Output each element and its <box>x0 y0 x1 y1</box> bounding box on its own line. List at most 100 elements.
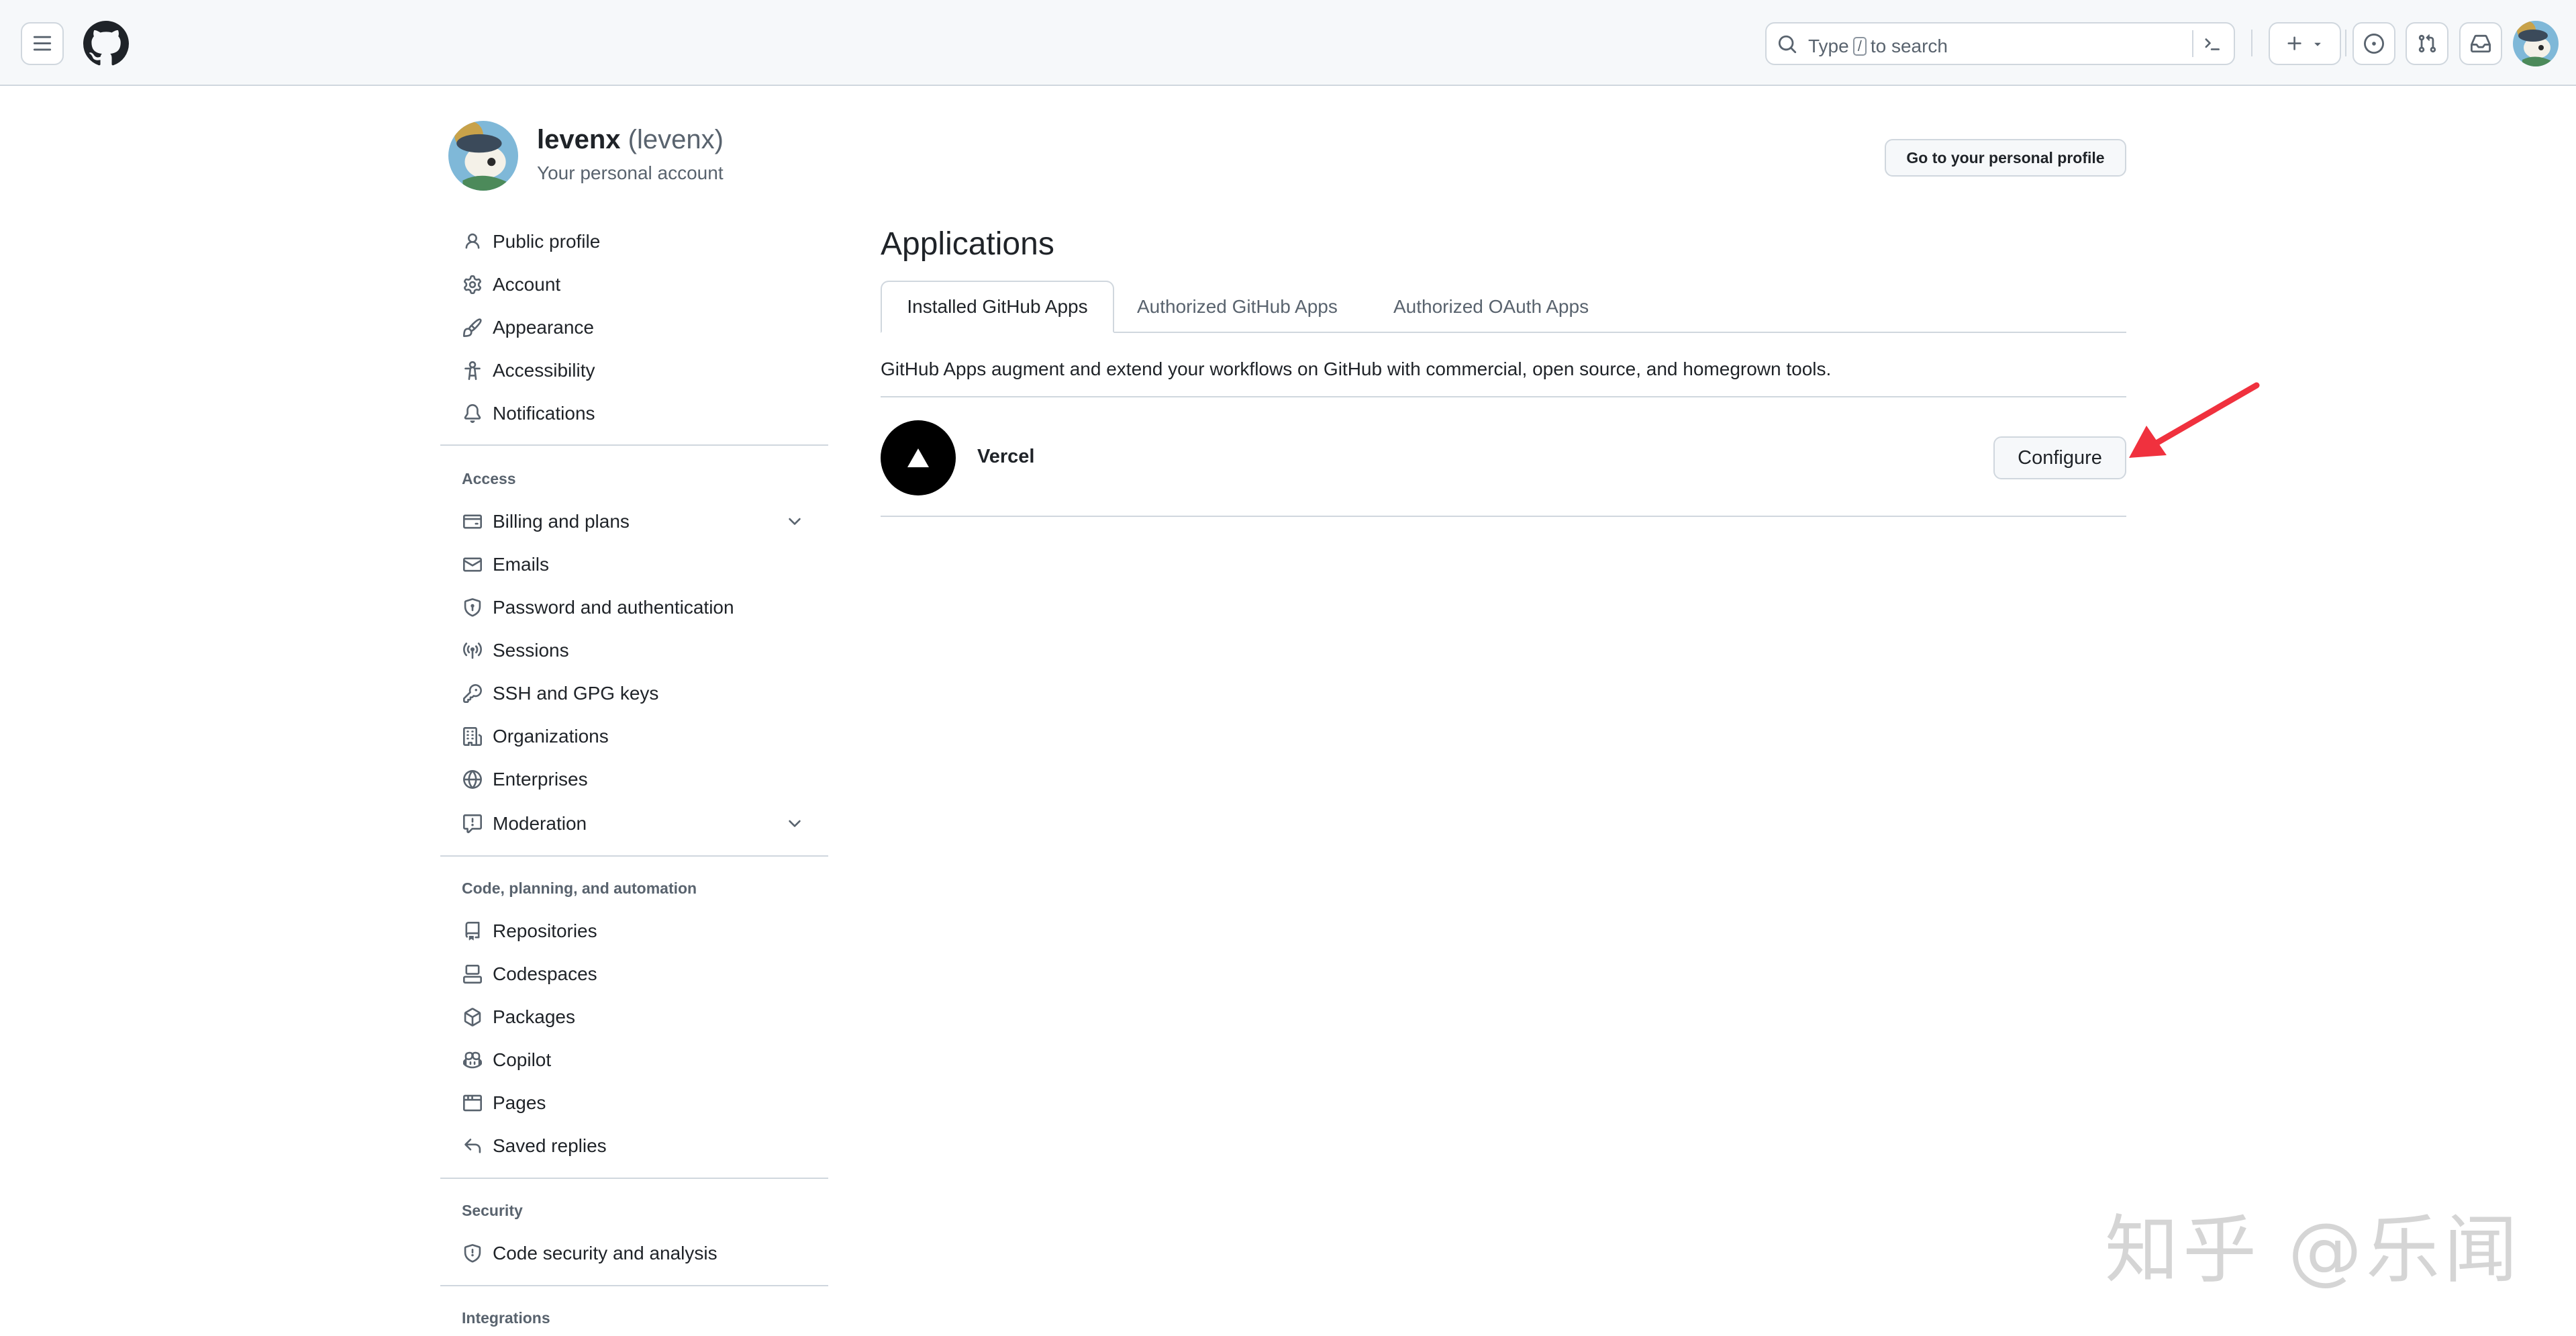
sidebar-item-label: Emails <box>493 554 550 575</box>
sidebar-item-codespaces[interactable]: Codespaces <box>462 959 597 989</box>
sidebar-item-moderation[interactable]: Moderation <box>462 809 587 839</box>
list-divider <box>881 516 2126 517</box>
sidebar-item-emails[interactable]: Emails <box>462 550 549 579</box>
sidebar-heading-code: Code, planning, and automation <box>462 879 697 897</box>
go-to-personal-profile-button[interactable]: Go to your personal profile <box>1885 139 2126 177</box>
vercel-triangle-icon <box>907 448 929 467</box>
copilot-icon <box>463 1051 482 1069</box>
sidebar-item-accessibility[interactable]: Accessibility <box>462 356 595 385</box>
sidebar-heading-access: Access <box>462 470 516 487</box>
sidebar-divider <box>440 1285 828 1286</box>
tab-authorized-oauth-apps[interactable]: Authorized OAuth Apps <box>1372 281 1610 333</box>
repo-icon <box>465 922 480 941</box>
sidebar-item-enterprises[interactable]: Enterprises <box>462 765 588 794</box>
github-logo-icon[interactable] <box>83 21 129 66</box>
sidebar-item-packages[interactable]: Packages <box>462 1002 575 1032</box>
sidebar-item-sessions[interactable]: Sessions <box>462 636 569 665</box>
avatar-image-icon <box>2513 21 2559 66</box>
sidebar-item-label: Pages <box>493 1092 546 1113</box>
organization-icon <box>463 727 482 746</box>
command-palette-icon[interactable] <box>2201 35 2223 54</box>
search-divider <box>2192 30 2193 57</box>
globe-icon <box>463 770 482 789</box>
package-icon <box>464 1008 481 1027</box>
header-divider <box>2345 30 2346 56</box>
sidebar-item-label: Saved replies <box>493 1135 607 1156</box>
configure-button[interactable]: Configure <box>1993 436 2126 479</box>
profile-name[interactable]: levenx (levenx) <box>537 125 724 155</box>
annotation-arrow-icon <box>2129 382 2260 458</box>
issues-button[interactable] <box>2352 22 2395 65</box>
apps-description: GitHub Apps augment and extend your work… <box>881 359 1832 379</box>
sidebar-item-copilot[interactable]: Copilot <box>462 1045 551 1075</box>
sidebar-item-label: Notifications <box>493 403 595 424</box>
report-icon <box>463 814 482 833</box>
sidebar-item-ssh-and-gpg-keys[interactable]: SSH and GPG keys <box>462 679 658 708</box>
sidebar-heading-security: Security <box>462 1202 523 1219</box>
sidebar-item-account[interactable]: Account <box>462 270 560 299</box>
codespaces-icon <box>463 965 482 984</box>
sidebar-item-label: Packages <box>493 1006 575 1027</box>
sidebar-item-code-security-and-analysis[interactable]: Code security and analysis <box>462 1239 717 1268</box>
sidebar-item-label: Moderation <box>493 813 587 834</box>
plus-icon <box>2287 36 2301 50</box>
search-placeholder: Type / to search <box>1808 36 1948 56</box>
sidebar-item-label: Enterprises <box>493 769 588 790</box>
shield-icon <box>464 1244 481 1263</box>
sidebar-item-organizations[interactable]: Organizations <box>462 722 609 751</box>
sidebar-item-pages[interactable]: Pages <box>462 1088 546 1118</box>
chevron-down-icon[interactable] <box>785 814 804 833</box>
accessibility-icon <box>464 361 481 380</box>
page-title: Applications <box>881 226 1054 262</box>
sidebar-item-appearance[interactable]: Appearance <box>462 313 594 342</box>
search-input[interactable]: Type / to search <box>1765 22 2235 65</box>
app-name[interactable]: Vercel <box>977 446 1034 468</box>
header-divider <box>2251 30 2252 56</box>
sidebar-item-label: Repositories <box>493 920 597 941</box>
sidebar-item-password-and-authentication[interactable]: Password and authentication <box>462 593 734 622</box>
sidebar-item-label: Appearance <box>493 317 595 338</box>
sidebar-item-public-profile[interactable]: Public profile <box>462 227 600 256</box>
browser-icon <box>463 1094 482 1112</box>
sidebar-item-notifications[interactable]: Notifications <box>462 399 595 428</box>
avatar <box>448 121 518 191</box>
watermark-text: 知乎 @乐闻 <box>2105 1207 2522 1293</box>
broadcast-icon <box>463 642 482 659</box>
gear-icon <box>464 275 481 294</box>
sidebar-item-billing-and-plans[interactable]: Billing and plans <box>462 507 630 536</box>
key-icon <box>463 684 482 703</box>
chevron-down-icon[interactable] <box>785 512 804 531</box>
bell-icon <box>464 404 481 423</box>
shield-lock-icon <box>464 598 481 617</box>
sidebar-item-repositories[interactable]: Repositories <box>462 916 597 946</box>
credit-card-icon <box>463 514 482 529</box>
sidebar-divider <box>440 1178 828 1179</box>
sidebar-divider <box>440 855 828 857</box>
sidebar-item-label: Sessions <box>493 640 569 661</box>
person-icon <box>465 233 480 249</box>
sidebar-heading-integrations: Integrations <box>462 1309 550 1327</box>
inbox-button[interactable] <box>2459 22 2502 65</box>
caret-down-icon <box>2314 42 2321 46</box>
tab-installed-github-apps[interactable]: Installed GitHub Apps <box>881 281 1114 333</box>
sidebar-item-saved-replies[interactable]: Saved replies <box>462 1131 607 1161</box>
sidebar-item-label: Codespaces <box>493 963 597 984</box>
global-header: Type / to search <box>0 0 2576 86</box>
paintbrush-icon <box>463 318 482 337</box>
menu-button[interactable] <box>21 22 64 65</box>
profile-subtitle: Your personal account <box>537 162 724 183</box>
user-avatar[interactable] <box>2513 21 2559 66</box>
sidebar-item-label: Code security and analysis <box>493 1243 717 1263</box>
tab-authorized-github-apps[interactable]: Authorized GitHub Apps <box>1116 281 1359 333</box>
pull-requests-button[interactable] <box>2406 22 2448 65</box>
sidebar-item-label: Accessibility <box>493 360 595 381</box>
sidebar-item-label: SSH and GPG keys <box>493 683 659 704</box>
reply-icon <box>464 1139 481 1153</box>
sidebar-item-label: Password and authentication <box>493 597 734 618</box>
slash-key-hint: / <box>1852 37 1867 56</box>
list-divider <box>881 396 2126 397</box>
mail-icon <box>463 557 482 572</box>
sidebar-item-label: Public profile <box>493 231 601 252</box>
create-new-button[interactable] <box>2269 22 2341 65</box>
sidebar-item-label: Account <box>493 274 561 295</box>
